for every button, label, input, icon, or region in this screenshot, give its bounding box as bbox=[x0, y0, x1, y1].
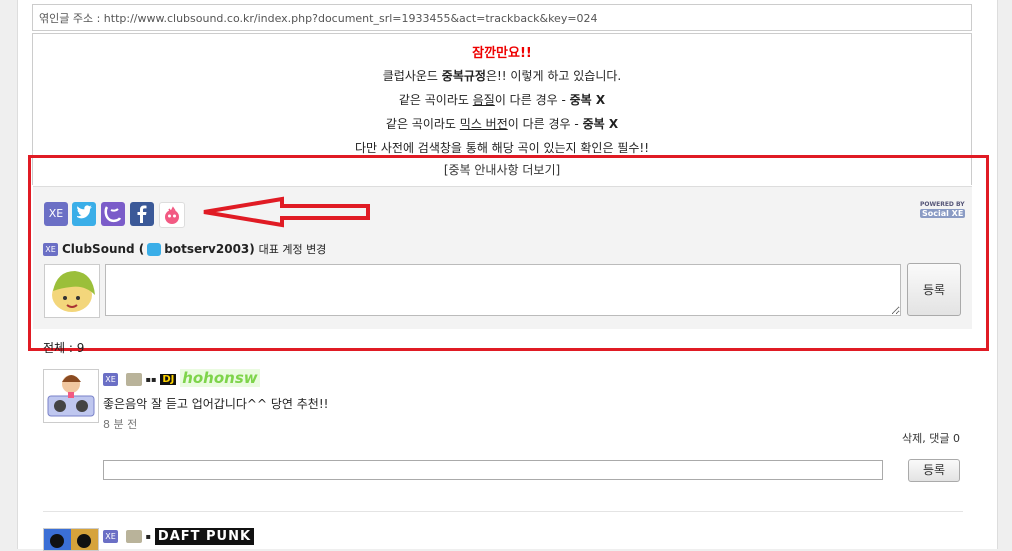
notice-line-4: 다만 사전에 검색창을 통해 해당 곡이 있는지 확인은 필수!! bbox=[354, 141, 650, 155]
notice-line-1: 클럽사운드 중복규정은!! 이렇게 하고 있습니다. bbox=[382, 69, 622, 83]
reply-input[interactable] bbox=[103, 460, 883, 480]
xe-small-icon: XE bbox=[103, 373, 118, 386]
comment-author: XE ▪ DAFT PUNK bbox=[103, 528, 255, 545]
notice-line-2: 같은 곡이라도 음질이 다른 경우 - 중복 X bbox=[398, 93, 606, 107]
comment-actions[interactable]: 삭제, 댓글 0 bbox=[902, 430, 960, 446]
reply-submit-button[interactable]: 등록 bbox=[908, 459, 960, 482]
comment-text: 좋은음악 잘 듣고 업어갑니다^^ 당연 추천!! bbox=[103, 397, 329, 411]
level-icon bbox=[125, 373, 142, 386]
comment-divider bbox=[43, 511, 963, 512]
comment-avatar bbox=[43, 369, 99, 423]
dots-icon: ▪ bbox=[145, 532, 152, 541]
comment-total: 전체 : 9 bbox=[43, 341, 85, 355]
highlight-box bbox=[28, 155, 989, 351]
trackback-address: 엮인글 주소 : http://www.clubsound.co.kr/inde… bbox=[32, 4, 972, 31]
level-icon bbox=[125, 530, 142, 543]
comment-nickname[interactable]: hohonsw bbox=[180, 369, 260, 387]
comment-avatar bbox=[43, 528, 99, 551]
comment-time: 8 분 전 bbox=[103, 418, 138, 431]
notice-line-3: 같은 곡이라도 믹스 버전이 다른 경우 - 중복 X bbox=[385, 117, 619, 131]
daft-punk-badge: DAFT PUNK bbox=[154, 528, 255, 545]
xe-small-icon: XE bbox=[103, 530, 118, 543]
dots-icon: ▪▪ bbox=[145, 375, 157, 384]
dj-badge: DJ bbox=[160, 374, 177, 385]
comment-author: XE ▪▪ DJ hohonsw bbox=[103, 369, 260, 387]
notice-title: 잠깐만요!! bbox=[472, 46, 532, 61]
